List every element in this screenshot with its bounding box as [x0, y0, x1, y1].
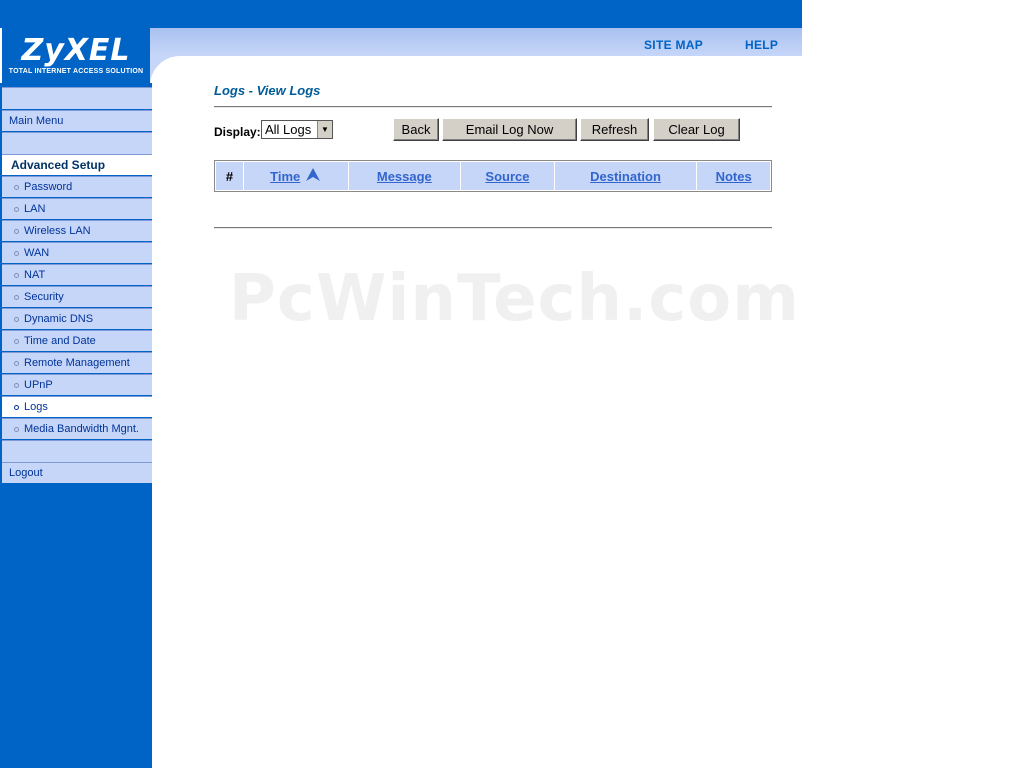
top-banner [0, 0, 802, 28]
watermark: PcWinTech.com [229, 262, 800, 336]
column-header-label[interactable]: Destination [590, 169, 661, 184]
sidebar-item-label: Remote Management [24, 357, 130, 369]
column-header-label[interactable]: Message [377, 169, 432, 184]
sidebar-heading-advanced-setup[interactable]: Advanced Setup [2, 154, 152, 175]
sidebar-item-logs[interactable]: Logs [2, 396, 152, 417]
sidebar-spacer-top [2, 87, 152, 109]
sidebar-spacer [2, 132, 152, 154]
sidebar-item-label: Logout [9, 467, 43, 479]
sidebar-item-upnp[interactable]: UPnP [2, 374, 152, 395]
zyxel-logo: ZyXEL TOTAL INTERNET ACCESS SOLUTION [2, 28, 150, 83]
sidebar-item-label: Main Menu [9, 115, 64, 127]
sidebar-item-logout[interactable]: Logout [2, 462, 152, 483]
divider [214, 227, 772, 229]
bullet-icon [14, 317, 19, 322]
sidebar-item-lan[interactable]: LAN [2, 198, 152, 219]
clear-log-button[interactable]: Clear Log [653, 118, 740, 141]
bullet-icon [14, 361, 19, 366]
sidebar-item-label: LAN [24, 203, 46, 215]
column-header-label: # [225, 168, 234, 184]
sidebar-item-label: Password [24, 181, 73, 193]
bullet-icon [14, 383, 19, 388]
back-button[interactable]: Back [393, 118, 439, 141]
logo-brand: ZyXEL [21, 33, 131, 68]
sidebar-item-label: Media Bandwidth Mgnt. [24, 423, 139, 435]
sidebar-item-main-menu[interactable]: Main Menu [2, 110, 152, 131]
sidebar-spacer [2, 440, 152, 462]
bullet-icon [14, 207, 19, 212]
sidebar-item-security[interactable]: Security [2, 286, 152, 307]
column-header-source[interactable]: Source [461, 162, 554, 190]
sidebar-item-label: Logs [24, 401, 48, 413]
sidebar-item-wireless-lan[interactable]: Wireless LAN [2, 220, 152, 241]
column-header-notes[interactable]: Notes [697, 162, 770, 190]
display-label: Display: [214, 125, 261, 139]
page-title: Logs - View Logs [214, 83, 321, 98]
help-link[interactable]: HELP [745, 38, 778, 52]
sidebar-item-time-and-date[interactable]: Time and Date [2, 330, 152, 351]
sidebar-item-remote-management[interactable]: Remote Management [2, 352, 152, 373]
column-header-destination[interactable]: Destination [554, 162, 697, 190]
sidebar-item-label: NAT [24, 269, 46, 281]
sidebar-heading-label: Advanced Setup [11, 158, 106, 172]
sidebar-item-label: Security [24, 291, 64, 303]
email-log-now-button[interactable]: Email Log Now [442, 118, 577, 141]
sidebar-item-dynamic-dns[interactable]: Dynamic DNS [2, 308, 152, 329]
bullet-icon [14, 339, 19, 344]
sidebar-item-label: Wireless LAN [24, 225, 91, 237]
dropdown-arrow-icon[interactable]: ▼ [317, 121, 332, 138]
column-header-label[interactable]: Source [485, 169, 529, 184]
sidebar-item-nat[interactable]: NAT [2, 264, 152, 285]
bullet-icon [14, 229, 19, 234]
bullet-icon [14, 295, 19, 300]
header-curve [150, 56, 210, 86]
column-header-time[interactable]: Time [243, 162, 348, 190]
log-table: # Time Message Source Destination Notes [214, 160, 772, 192]
sidebar-item-media-bandwidth[interactable]: Media Bandwidth Mgnt. [2, 418, 152, 439]
sidebar-item-label: WAN [24, 247, 50, 259]
display-select[interactable]: All Logs ▼ [261, 120, 333, 139]
bullet-icon [14, 251, 19, 256]
bullet-icon [14, 185, 19, 190]
sort-ascending-icon [305, 168, 321, 183]
site-map-link[interactable]: SITE MAP [644, 38, 703, 52]
sidebar-item-password[interactable]: Password [2, 176, 152, 197]
divider [214, 106, 772, 108]
bullet-icon [14, 405, 19, 410]
header-strip [150, 28, 802, 56]
column-header-label[interactable]: Time [270, 169, 300, 184]
column-header-message[interactable]: Message [348, 162, 461, 190]
refresh-button[interactable]: Refresh [580, 118, 649, 141]
bullet-icon [14, 273, 19, 278]
sidebar-item-label: UPnP [24, 379, 53, 391]
sidebar-item-wan[interactable]: WAN [2, 242, 152, 263]
logo-tagline: TOTAL INTERNET ACCESS SOLUTION [8, 68, 144, 75]
display-select-value: All Logs [265, 122, 312, 137]
sidebar-item-label: Time and Date [24, 335, 96, 347]
sidebar-item-label: Dynamic DNS [24, 313, 94, 325]
column-header-label[interactable]: Notes [716, 169, 752, 184]
bullet-icon [14, 427, 19, 432]
column-header-number: # [216, 162, 243, 190]
